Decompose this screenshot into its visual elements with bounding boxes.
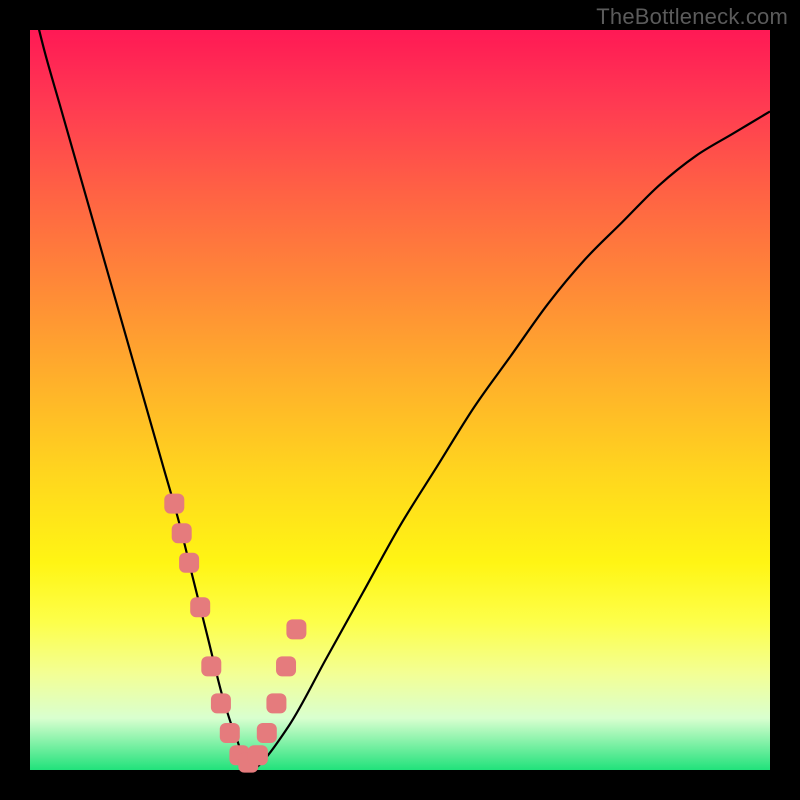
marker-point	[286, 619, 306, 639]
outer-frame: TheBottleneck.com	[0, 0, 800, 800]
marker-point	[220, 723, 240, 743]
bottleneck-curve	[30, 0, 770, 770]
plot-area	[30, 30, 770, 770]
marker-point	[248, 745, 268, 765]
marker-point	[276, 656, 296, 676]
marker-point	[211, 693, 231, 713]
marker-point	[164, 494, 184, 514]
marker-point	[190, 597, 210, 617]
marker-point	[257, 723, 277, 743]
marker-point	[201, 656, 221, 676]
marker-point	[179, 553, 199, 573]
watermark-text: TheBottleneck.com	[596, 4, 788, 30]
marker-point	[266, 693, 286, 713]
chart-svg	[30, 30, 770, 770]
marker-point	[172, 523, 192, 543]
